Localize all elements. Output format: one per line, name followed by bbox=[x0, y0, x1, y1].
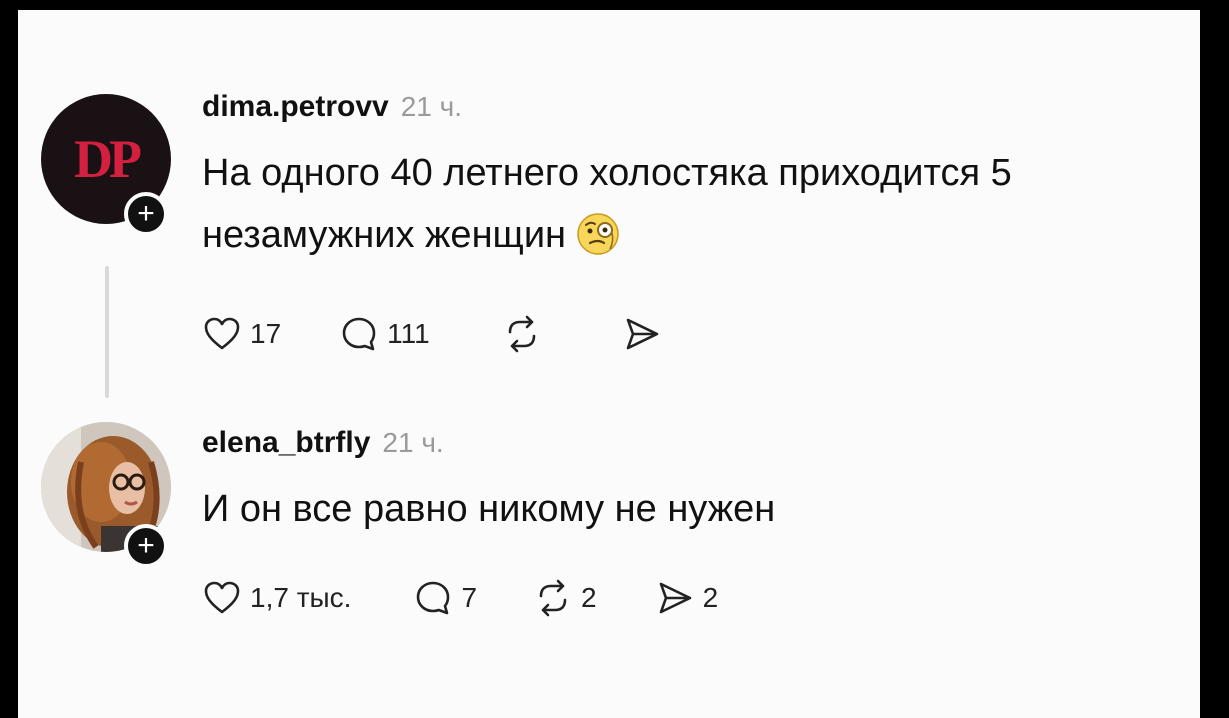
send-icon bbox=[659, 582, 691, 614]
heart-icon bbox=[204, 317, 240, 350]
share-button[interactable]: 2 bbox=[655, 578, 719, 618]
comment-icon bbox=[417, 581, 450, 615]
repost-icon bbox=[508, 315, 536, 353]
reply-count: 111 bbox=[387, 318, 430, 349]
reply-button[interactable]: 7 bbox=[413, 578, 477, 618]
like-count: 1,7 тыс. bbox=[250, 582, 352, 613]
repost-button[interactable]: 2 bbox=[533, 578, 597, 618]
share-count: 2 bbox=[702, 582, 719, 613]
timestamp: 21 ч. bbox=[400, 91, 463, 122]
send-icon bbox=[626, 318, 659, 350]
post-text: На одного 40 летнего холостяка приходитс… bbox=[202, 142, 1180, 266]
repost-icon bbox=[539, 579, 567, 617]
follow-plus-icon[interactable]: + bbox=[124, 192, 168, 236]
comment-icon bbox=[342, 317, 376, 351]
username[interactable]: dima.petrovv bbox=[202, 90, 389, 124]
screen: DP + dima.petrovv 21 ч. На одного 40 лет… bbox=[18, 10, 1200, 718]
post-text: И он все равно никому не нужен bbox=[202, 488, 776, 530]
thread-line bbox=[105, 266, 109, 398]
timestamp: 21 ч. bbox=[382, 427, 444, 458]
like-count: 17 bbox=[250, 318, 282, 349]
action-bar: 1,7 тыс. 7 2 2 bbox=[202, 574, 718, 622]
share-button[interactable] bbox=[622, 314, 670, 354]
repost-count: 2 bbox=[581, 582, 597, 613]
repost-button[interactable] bbox=[502, 314, 550, 354]
heart-icon bbox=[204, 581, 240, 614]
post-header: elena_btrfly 21 ч. bbox=[202, 426, 1180, 466]
like-button[interactable]: 17 bbox=[202, 314, 281, 354]
monocle-emoji-icon bbox=[574, 209, 622, 257]
like-button[interactable]: 1,7 тыс. bbox=[202, 578, 351, 618]
username[interactable]: elena_btrfly bbox=[202, 426, 370, 460]
action-bar: 17 111 bbox=[202, 310, 670, 358]
post-header: dima.petrovv 21 ч. bbox=[202, 90, 1180, 130]
reply-count: 7 bbox=[461, 582, 478, 613]
follow-plus-icon[interactable]: + bbox=[124, 524, 168, 568]
reply-button[interactable]: 111 bbox=[339, 314, 430, 354]
